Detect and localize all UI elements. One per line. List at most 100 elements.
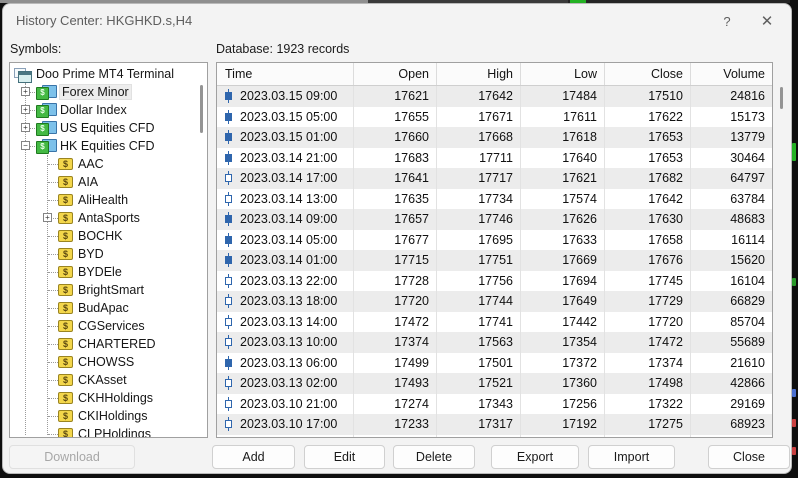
tree-item-us-equities-cfd[interactable]: + US Equities CFD — [10, 119, 207, 137]
cell-open: 17655 — [354, 107, 437, 128]
tree-item-ckhholdings[interactable]: CKHHoldings — [10, 389, 207, 407]
symbol-icon — [58, 428, 73, 438]
tree-item-byd[interactable]: BYD — [10, 245, 207, 263]
tree-item-doo-prime-mt4-terminal[interactable]: Doo Prime MT4 Terminal — [10, 65, 207, 83]
import-button[interactable]: Import — [588, 445, 675, 469]
cell-low: 17621 — [521, 168, 605, 189]
cell-high: 17642 — [437, 86, 521, 107]
table-row[interactable]: 2023.03.14 09:00 17657 17746 17626 17630… — [217, 209, 772, 230]
cell-close: 17472 — [605, 332, 691, 353]
table-row[interactable]: 2023.03.13 06:00 17499 17501 17372 17374… — [217, 353, 772, 374]
cell-low: 17484 — [521, 86, 605, 107]
table-row[interactable]: 2023.03.14 17:00 17641 17717 17621 17682… — [217, 168, 772, 189]
cell-low: 17649 — [521, 291, 605, 312]
delete-button[interactable]: Delete — [393, 445, 475, 469]
cell-close: 17374 — [605, 353, 691, 374]
table-row[interactable]: 2023.03.15 05:00 17655 17671 17611 17622… — [217, 107, 772, 128]
cell-high — [437, 435, 521, 439]
close-button[interactable]: Close — [708, 445, 790, 469]
tree-expand-toggle[interactable]: − — [21, 141, 30, 150]
cell-low: 17354 — [521, 332, 605, 353]
table-row[interactable]: 2023.03.14 13:00 17635 17734 17574 17642… — [217, 189, 772, 210]
tree-item-budapac[interactable]: BudApac — [10, 299, 207, 317]
table-row[interactable]: 2023.03.14 05:00 17677 17695 17633 17658… — [217, 230, 772, 251]
tree-item-label: CHOWSS — [78, 355, 134, 369]
tree-item-bochk[interactable]: BOCHK — [10, 227, 207, 245]
symbol-icon — [58, 176, 73, 188]
table-row[interactable]: 2023.03.13 22:00 17728 17756 17694 17745… — [217, 271, 772, 292]
cell-time: 2023.03.13 02:00 — [240, 376, 337, 390]
cell-open: 17641 — [354, 168, 437, 189]
tree-item-alihealth[interactable]: AliHealth — [10, 191, 207, 209]
tree-item-aac[interactable]: AAC — [10, 155, 207, 173]
candle-icon — [224, 110, 233, 124]
cell-volume: 16104 — [691, 271, 772, 292]
cell-high: 17671 — [437, 107, 521, 128]
table-row[interactable]: 2023.03.14 01:00 17715 17751 17669 17676… — [217, 250, 772, 271]
candle-icon — [224, 335, 233, 349]
tree-item-dollar-index[interactable]: + Dollar Index — [10, 101, 207, 119]
tree-item-ckasset[interactable]: CKAsset — [10, 371, 207, 389]
candle-icon — [224, 192, 233, 206]
title-bar[interactable]: History Center: HKGHKD.s,H4 ? ✕ — [3, 4, 791, 38]
tree-item-hk-equities-cfd[interactable]: − HK Equities CFD — [10, 137, 207, 155]
tree-expand-toggle[interactable]: + — [21, 105, 30, 114]
symbol-icon — [58, 248, 73, 260]
table-row[interactable]: 2023.03.13 14:00 17472 17741 17442 17720… — [217, 312, 772, 333]
chart-sliver — [792, 389, 796, 397]
tree-item-label: CLPHoldings — [78, 427, 151, 438]
table-row[interactable] — [217, 435, 772, 439]
cell-low: 17640 — [521, 148, 605, 169]
history-table: TimeOpenHighLowCloseVolume 2023.03.15 09… — [216, 62, 773, 438]
tree-item-cgservices[interactable]: CGServices — [10, 317, 207, 335]
export-button[interactable]: Export — [491, 445, 579, 469]
tree-expand-toggle[interactable]: + — [21, 123, 30, 132]
column-header-low: Low — [521, 63, 605, 85]
tree-item-bydele[interactable]: BYDEle — [10, 263, 207, 281]
edit-button[interactable]: Edit — [304, 445, 385, 469]
cell-volume: 48683 — [691, 209, 772, 230]
tree-scrollbar-thumb[interactable] — [200, 85, 203, 133]
cell-volume: 85704 — [691, 312, 772, 333]
table-row[interactable]: 2023.03.15 09:00 17621 17642 17484 17510… — [217, 86, 772, 107]
tree-item-clpholdings[interactable]: CLPHoldings — [10, 425, 207, 438]
table-row[interactable]: 2023.03.13 18:00 17720 17744 17649 17729… — [217, 291, 772, 312]
table-row[interactable]: 2023.03.13 02:00 17493 17521 17360 17498… — [217, 373, 772, 394]
candle-icon — [224, 376, 233, 390]
table-scrollbar-thumb[interactable] — [780, 87, 783, 109]
cell-volume — [691, 435, 772, 439]
candle-icon — [224, 294, 233, 308]
tree-item-ckiholdings[interactable]: CKIHoldings — [10, 407, 207, 425]
cell-high: 17501 — [437, 353, 521, 374]
tree-item-forex-minor[interactable]: + Forex Minor — [10, 83, 207, 101]
cell-volume: 68923 — [691, 414, 772, 435]
tree-item-brightsmart[interactable]: BrightSmart — [10, 281, 207, 299]
tree-item-chartered[interactable]: CHARTERED — [10, 335, 207, 353]
cell-volume: 66829 — [691, 291, 772, 312]
table-row[interactable]: 2023.03.10 21:00 17274 17343 17256 17322… — [217, 394, 772, 415]
tree-item-antasports[interactable]: + AntaSports — [10, 209, 207, 227]
tree-item-label: US Equities CFD — [60, 121, 154, 135]
table-row[interactable]: 2023.03.14 21:00 17683 17711 17640 17653… — [217, 148, 772, 169]
close-icon[interactable]: ✕ — [755, 10, 779, 32]
symbol-icon — [58, 338, 73, 350]
window-title: History Center: HKGHKD.s,H4 — [16, 13, 192, 28]
tree-item-label: CKAsset — [78, 373, 127, 387]
tree-item-aia[interactable]: AIA — [10, 173, 207, 191]
cell-open: 17660 — [354, 127, 437, 148]
table-row[interactable]: 2023.03.13 10:00 17374 17563 17354 17472… — [217, 332, 772, 353]
help-icon[interactable]: ? — [715, 10, 739, 32]
group-folder-icon — [36, 103, 55, 117]
cell-volume: 55689 — [691, 332, 772, 353]
table-row[interactable]: 2023.03.10 17:00 17233 17317 17192 17275… — [217, 414, 772, 435]
cell-close: 17642 — [605, 189, 691, 210]
tree-expand-toggle[interactable]: + — [21, 87, 30, 96]
cell-low: 17574 — [521, 189, 605, 210]
candle-icon — [224, 130, 233, 144]
table-row[interactable]: 2023.03.15 01:00 17660 17668 17618 17653… — [217, 127, 772, 148]
add-button[interactable]: Add — [212, 445, 295, 469]
tree-item-chowss[interactable]: CHOWSS — [10, 353, 207, 371]
tree-expand-toggle[interactable]: + — [43, 213, 52, 222]
candle-icon — [224, 89, 233, 103]
cell-open: 17728 — [354, 271, 437, 292]
